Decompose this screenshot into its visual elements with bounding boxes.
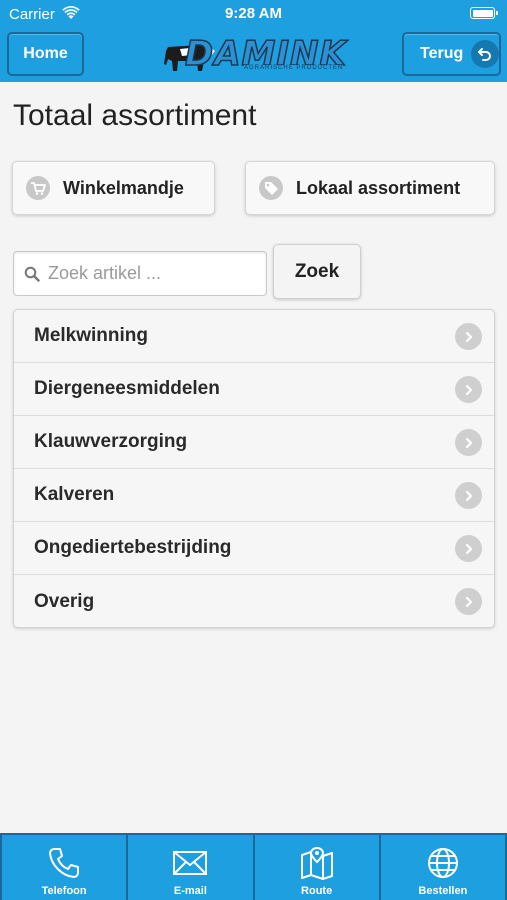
top-bar: Carrier 9:28 AM Home DAMINK AGRARISCHE P… bbox=[0, 0, 507, 82]
logo-subtitle: AGRARISCHE PRODUCTEN bbox=[244, 65, 344, 71]
list-item[interactable]: Ongediertebestrijding bbox=[14, 522, 494, 575]
home-button-label: Home bbox=[23, 45, 68, 62]
category-list: Melkwinning Diergeneesmiddelen Klauwverz… bbox=[13, 309, 495, 628]
globe-icon bbox=[427, 848, 458, 878]
local-assortment-label: Lokaal assortiment bbox=[296, 177, 461, 198]
search-input[interactable] bbox=[48, 252, 258, 295]
phone-icon bbox=[49, 848, 80, 878]
nav-route-label: Route bbox=[301, 885, 333, 897]
local-assortment-button[interactable]: Lokaal assortiment bbox=[245, 161, 495, 215]
list-item[interactable]: Kalveren bbox=[14, 469, 494, 522]
bottom-nav: Telefoon E-mail Route Bestellen bbox=[0, 833, 507, 900]
nav-telefoon-label: Telefoon bbox=[41, 885, 87, 897]
list-item-label: Diergeneesmiddelen bbox=[34, 378, 220, 399]
list-item-label: Kalveren bbox=[34, 484, 115, 505]
list-item[interactable]: Melkwinning bbox=[14, 310, 494, 363]
chevron-right-icon bbox=[455, 323, 482, 350]
nav-email[interactable]: E-mail bbox=[128, 835, 255, 900]
page-title: Totaal assortiment bbox=[13, 99, 257, 132]
list-item[interactable]: Overig bbox=[14, 575, 494, 627]
status-time: 9:28 AM bbox=[225, 5, 282, 22]
chevron-right-icon bbox=[455, 588, 482, 615]
nav-email-label: E-mail bbox=[173, 885, 207, 897]
tag-icon bbox=[259, 176, 283, 200]
cart-icon bbox=[26, 176, 50, 200]
list-item-label: Ongediertebestrijding bbox=[34, 537, 232, 558]
search-icon bbox=[24, 266, 40, 282]
search-button-label: Zoek bbox=[294, 260, 340, 282]
cart-button-label: Winkelmandje bbox=[63, 177, 184, 198]
mail-icon bbox=[173, 851, 208, 875]
nav-telefoon[interactable]: Telefoon bbox=[0, 835, 129, 900]
nav-bestellen[interactable]: Bestellen bbox=[381, 835, 507, 900]
chevron-right-icon bbox=[455, 429, 482, 456]
back-button-label: Terug bbox=[420, 45, 464, 62]
damink-logo: DAMINK AGRARISCHE PRODUCTEN bbox=[160, 33, 350, 75]
list-item[interactable]: Diergeneesmiddelen bbox=[14, 363, 494, 416]
battery-icon bbox=[470, 7, 498, 19]
home-button[interactable]: Home bbox=[7, 32, 84, 76]
map-icon bbox=[300, 846, 333, 880]
list-item-label: Melkwinning bbox=[34, 325, 148, 346]
cart-button[interactable]: Winkelmandje bbox=[12, 161, 215, 215]
list-item-label: Klauwverzorging bbox=[34, 431, 188, 452]
chevron-right-icon bbox=[455, 535, 482, 562]
undo-arrow-icon bbox=[471, 40, 499, 68]
back-button[interactable]: Terug bbox=[402, 32, 501, 76]
list-item[interactable]: Klauwverzorging bbox=[14, 416, 494, 469]
nav-bestellen-label: Bestellen bbox=[418, 885, 468, 897]
nav-route[interactable]: Route bbox=[255, 835, 381, 900]
status-bar: Carrier 9:28 AM bbox=[0, 0, 507, 28]
chevron-right-icon bbox=[455, 482, 482, 509]
list-item-label: Overig bbox=[34, 590, 95, 612]
search-box bbox=[13, 251, 267, 296]
chevron-right-icon bbox=[455, 376, 482, 403]
search-button[interactable]: Zoek bbox=[273, 244, 361, 299]
